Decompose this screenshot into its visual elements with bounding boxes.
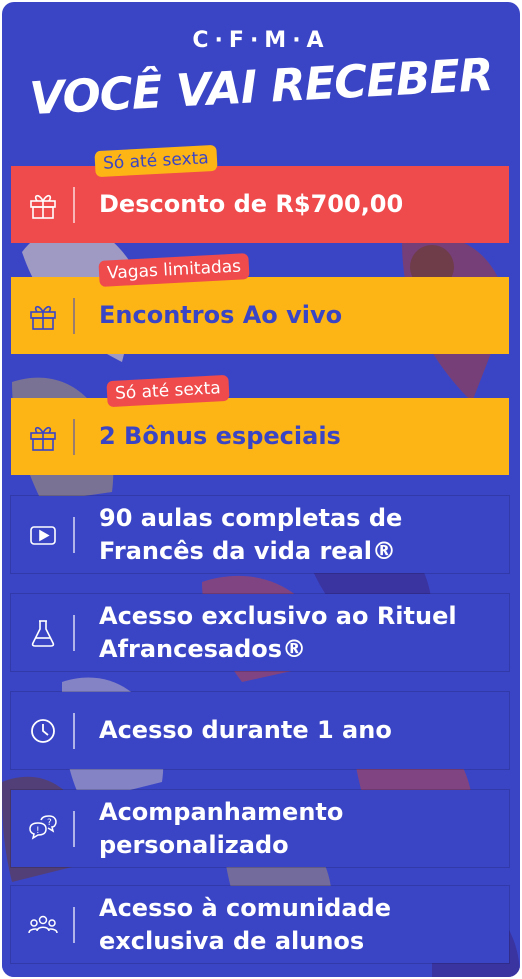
benefit-card-rituel: Acesso exclusivo ao Rituel Afrancesados®	[11, 594, 509, 671]
benefit-card-discount: Desconto de R$700,00	[11, 166, 509, 243]
benefit-card-live-meetings: Encontros Ao vivo	[11, 277, 509, 354]
offer-panel: C·F·M·A VOCÊ VAI RECEBER Desconto de R$7…	[2, 2, 520, 977]
benefit-label: Acesso à comunidade exclusiva de alunos	[99, 893, 391, 955]
benefit-label: 2 Bônus especiais	[99, 422, 341, 450]
clock-icon	[11, 692, 75, 769]
video-play-icon	[11, 496, 75, 573]
brand-logo: C·F·M·A	[192, 28, 330, 53]
benefit-label: 90 aulas completas de Francês da vida re…	[99, 503, 403, 565]
flask-icon	[11, 594, 75, 671]
benefit-label: Acesso durante 1 ano	[99, 716, 392, 744]
svg-text:!: !	[36, 826, 40, 836]
page-title: VOCÊ VAI RECEBER	[28, 47, 494, 126]
community-icon	[11, 886, 75, 963]
benefit-card-lessons: 90 aulas completas de Francês da vida re…	[11, 496, 509, 573]
svg-text:?: ?	[47, 818, 52, 828]
chat-question-icon: ! ?	[11, 790, 75, 867]
gift-icon	[11, 398, 75, 475]
benefit-card-access-duration: Acesso durante 1 ano	[11, 692, 509, 769]
benefit-card-personal-support: ! ? Acompanhamento personalizado	[11, 790, 509, 867]
gift-icon	[11, 277, 75, 354]
benefit-card-community: Acesso à comunidade exclusiva de alunos	[11, 886, 509, 963]
benefit-card-bonus: 2 Bônus especiais	[11, 398, 509, 475]
benefit-label: Desconto de R$700,00	[99, 190, 404, 218]
benefit-label: Acompanhamento personalizado	[99, 797, 344, 859]
benefit-label: Encontros Ao vivo	[99, 301, 343, 329]
gift-icon	[11, 166, 75, 243]
benefit-label: Acesso exclusivo ao Rituel Afrancesados®	[99, 601, 457, 663]
